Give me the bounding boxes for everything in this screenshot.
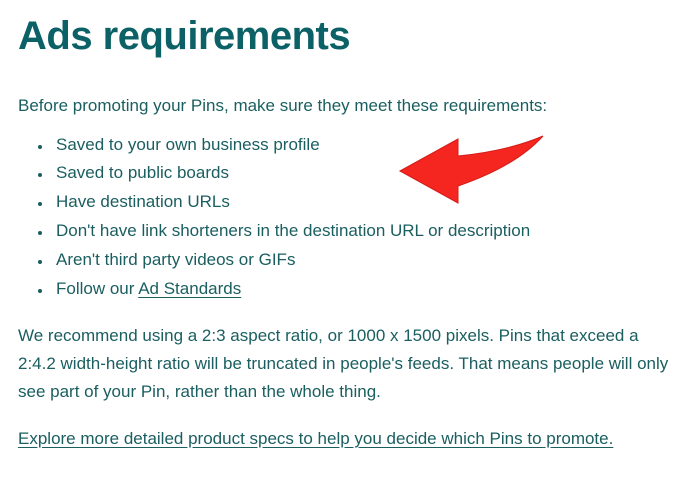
list-item: Have destination URLs <box>52 188 675 217</box>
list-item: Aren't third party videos or GIFs <box>52 246 675 275</box>
page-title: Ads requirements <box>18 14 675 59</box>
list-item-prefix: Follow our <box>56 279 138 298</box>
content-section: Before promoting your Pins, make sure th… <box>18 93 675 451</box>
requirements-list: Saved to your own business profile Saved… <box>18 131 675 304</box>
recommendation-paragraph: We recommend using a 2:3 aspect ratio, o… <box>18 322 675 406</box>
list-item: Saved to public boards <box>52 159 675 188</box>
list-item: Follow our Ad Standards <box>52 275 675 304</box>
intro-paragraph: Before promoting your Pins, make sure th… <box>18 93 675 119</box>
list-item: Saved to your own business profile <box>52 131 675 160</box>
explore-paragraph: Explore more detailed product specs to h… <box>18 426 675 452</box>
ad-standards-link[interactable]: Ad Standards <box>138 279 241 298</box>
explore-specs-link[interactable]: Explore more detailed product specs to h… <box>18 429 613 448</box>
list-item: Don't have link shorteners in the destin… <box>52 217 675 246</box>
